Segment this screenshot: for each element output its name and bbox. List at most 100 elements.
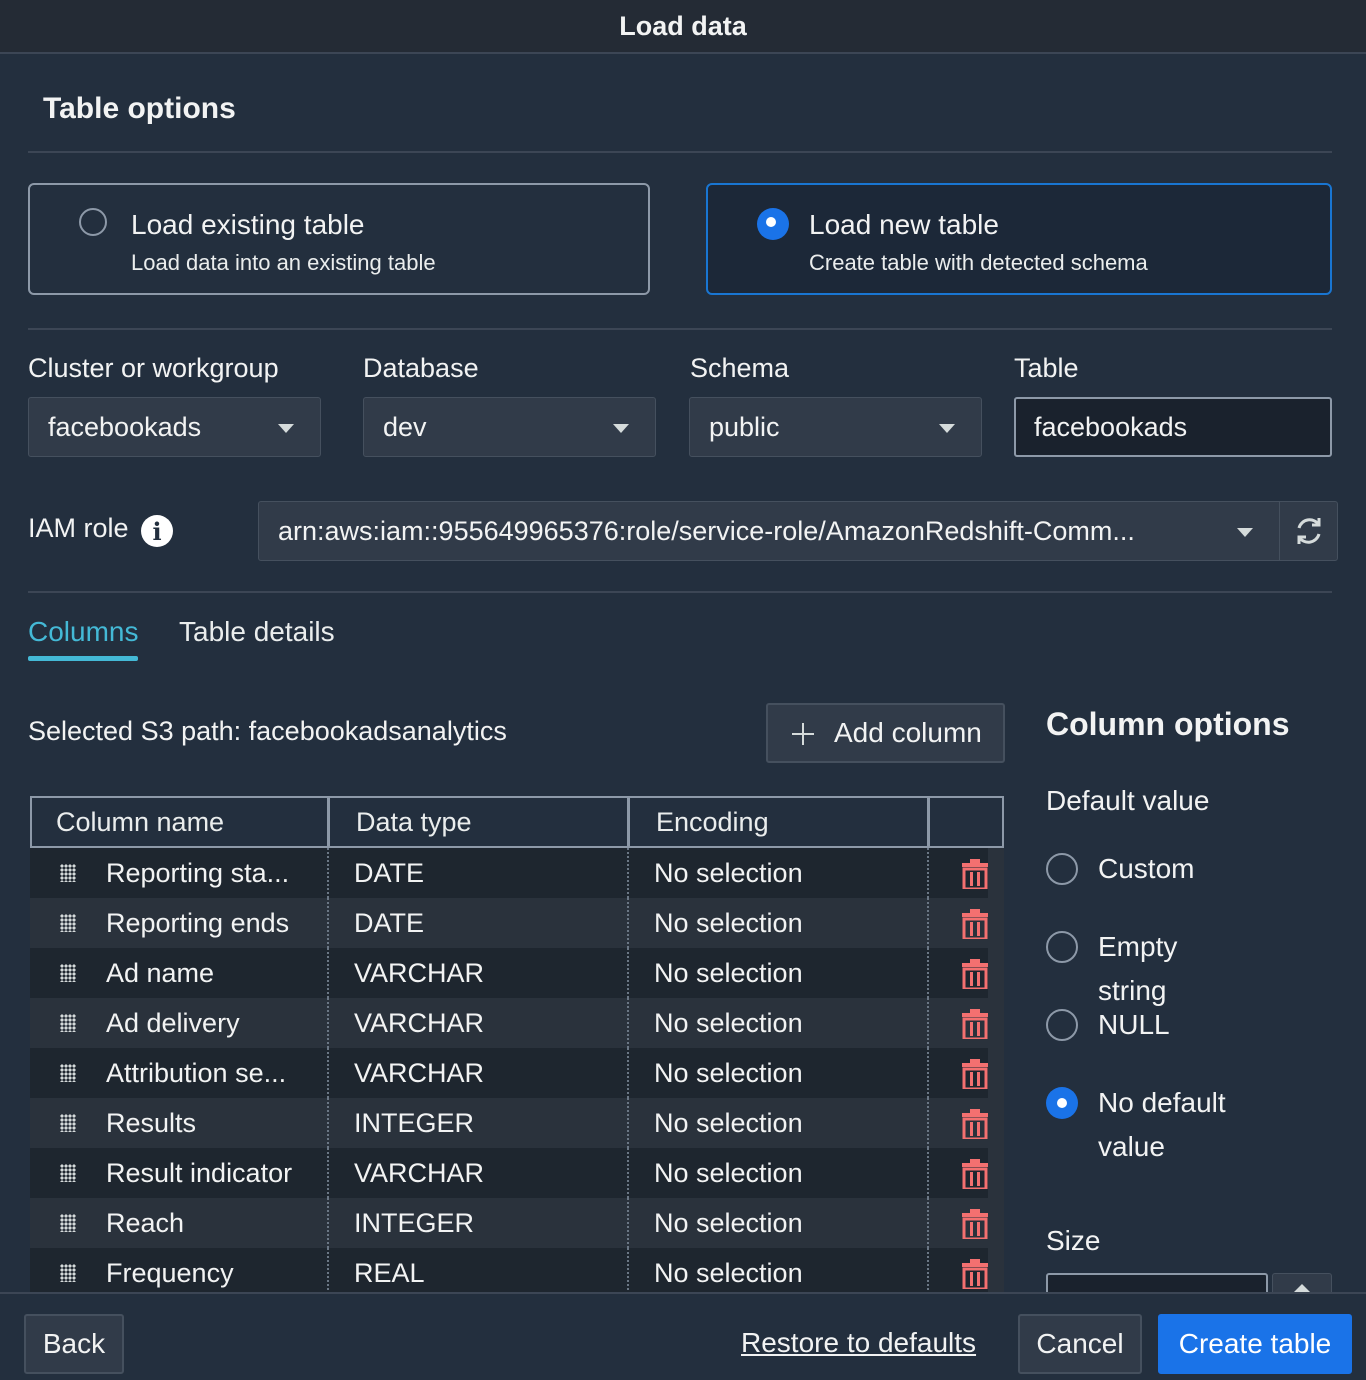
load-new-table-card[interactable]: Load new table Create table with detecte… (706, 183, 1332, 295)
cell-separator (327, 1198, 329, 1248)
trash-icon[interactable] (962, 1259, 988, 1289)
drag-handle-icon[interactable] (60, 1214, 76, 1232)
load-existing-radio[interactable] (79, 208, 107, 236)
back-button[interactable]: Back (24, 1314, 124, 1374)
refresh-button[interactable] (1279, 501, 1338, 561)
dialog-title: Load data (0, 0, 1366, 54)
table-row[interactable]: Result indicator VARCHAR No selection (30, 1148, 988, 1198)
encoding-cell[interactable]: No selection (654, 1248, 803, 1292)
table-row[interactable]: Results INTEGER No selection (30, 1098, 988, 1148)
header-separator[interactable] (327, 798, 330, 846)
tab-columns[interactable]: Columns (28, 616, 138, 648)
radio-null[interactable] (1046, 1009, 1078, 1041)
cell-separator (927, 1198, 929, 1248)
drag-handle-icon[interactable] (60, 864, 76, 882)
drag-handle-icon[interactable] (60, 1164, 76, 1182)
tab-table-details[interactable]: Table details (179, 616, 335, 648)
radio-empty-string[interactable] (1046, 931, 1078, 963)
cancel-button[interactable]: Cancel (1018, 1314, 1142, 1374)
column-name-cell[interactable]: Results (106, 1098, 196, 1148)
data-type-cell[interactable]: INTEGER (354, 1098, 474, 1148)
table-row[interactable]: Ad name VARCHAR No selection (30, 948, 988, 998)
load-existing-table-card[interactable]: Load existing table Load data into an ex… (28, 183, 650, 295)
drag-handle-icon[interactable] (60, 964, 76, 982)
add-column-button[interactable]: Add column (766, 703, 1005, 763)
cell-separator (927, 848, 929, 898)
trash-icon[interactable] (962, 1009, 988, 1039)
column-name-cell[interactable]: Attribution se... (106, 1048, 286, 1098)
table-row[interactable]: Frequency REAL No selection (30, 1248, 988, 1292)
header-data-type: Data type (356, 798, 472, 846)
data-type-cell[interactable]: REAL (354, 1248, 425, 1292)
table-row[interactable]: Reporting ends DATE No selection (30, 898, 988, 948)
info-icon[interactable]: i (141, 515, 173, 547)
cell-separator (327, 1098, 329, 1148)
chevron-down-icon (278, 424, 294, 433)
radio-no-default[interactable] (1046, 1087, 1078, 1119)
radio-custom[interactable] (1046, 853, 1078, 885)
data-type-cell[interactable]: DATE (354, 898, 424, 948)
column-name-cell[interactable]: Result indicator (106, 1148, 292, 1198)
header-separator[interactable] (627, 798, 630, 846)
s3-path-label: Selected S3 path: facebookadsanalytics (28, 716, 507, 747)
column-name-cell[interactable]: Ad delivery (106, 998, 240, 1048)
load-existing-title: Load existing table (131, 209, 365, 241)
data-type-cell[interactable]: VARCHAR (354, 1048, 484, 1098)
trash-icon[interactable] (962, 1209, 988, 1239)
column-name-cell[interactable]: Ad name (106, 948, 214, 998)
drag-handle-icon[interactable] (60, 1014, 76, 1032)
cell-separator (327, 998, 329, 1048)
cell-separator (927, 998, 929, 1048)
encoding-cell[interactable]: No selection (654, 1198, 803, 1248)
trash-icon[interactable] (962, 959, 988, 989)
table-name-input[interactable] (1014, 397, 1332, 457)
iam-role-select[interactable]: arn:aws:iam::955649965376:role/service-r… (258, 501, 1280, 561)
refresh-icon (1292, 514, 1326, 548)
table-row[interactable]: Reach INTEGER No selection (30, 1198, 988, 1248)
trash-icon[interactable] (962, 859, 988, 889)
encoding-cell[interactable]: No selection (654, 998, 803, 1048)
divider (28, 151, 1332, 153)
data-type-cell[interactable]: INTEGER (354, 1198, 474, 1248)
trash-icon[interactable] (962, 1059, 988, 1089)
cell-separator (627, 848, 629, 898)
cell-separator (327, 898, 329, 948)
trash-icon[interactable] (962, 909, 988, 939)
column-name-cell[interactable]: Frequency (106, 1248, 234, 1292)
trash-icon[interactable] (962, 1159, 988, 1189)
load-new-radio[interactable] (757, 208, 789, 240)
column-name-cell[interactable]: Reporting ends (106, 898, 289, 948)
cluster-select[interactable]: facebookads (28, 397, 321, 457)
cell-separator (627, 948, 629, 998)
encoding-cell[interactable]: No selection (654, 1148, 803, 1198)
table-row[interactable]: Reporting sta... DATE No selection (30, 848, 988, 898)
data-type-cell[interactable]: VARCHAR (354, 948, 484, 998)
cell-separator (927, 1048, 929, 1098)
data-type-cell[interactable]: VARCHAR (354, 998, 484, 1048)
data-type-cell[interactable]: VARCHAR (354, 1148, 484, 1198)
trash-icon[interactable] (962, 1109, 988, 1139)
table-row[interactable]: Ad delivery VARCHAR No selection (30, 998, 988, 1048)
schema-select[interactable]: public (689, 397, 982, 457)
default-value-label: Default value (1046, 785, 1209, 817)
drag-handle-icon[interactable] (60, 1264, 76, 1282)
divider (28, 328, 1332, 330)
database-select[interactable]: dev (363, 397, 656, 457)
encoding-cell[interactable]: No selection (654, 948, 803, 998)
column-name-cell[interactable]: Reporting sta... (106, 848, 289, 898)
drag-handle-icon[interactable] (60, 914, 76, 932)
encoding-cell[interactable]: No selection (654, 1098, 803, 1148)
create-table-button[interactable]: Create table (1158, 1314, 1352, 1374)
data-type-cell[interactable]: DATE (354, 848, 424, 898)
chevron-down-icon (613, 424, 629, 433)
database-label: Database (363, 353, 479, 384)
column-name-cell[interactable]: Reach (106, 1198, 184, 1248)
encoding-cell[interactable]: No selection (654, 898, 803, 948)
encoding-cell[interactable]: No selection (654, 1048, 803, 1098)
encoding-cell[interactable]: No selection (654, 848, 803, 898)
drag-handle-icon[interactable] (60, 1064, 76, 1082)
table-scrollbar[interactable] (988, 848, 1004, 1292)
drag-handle-icon[interactable] (60, 1114, 76, 1132)
restore-defaults-link[interactable]: Restore to defaults (741, 1327, 976, 1359)
table-row[interactable]: Attribution se... VARCHAR No selection (30, 1048, 988, 1098)
